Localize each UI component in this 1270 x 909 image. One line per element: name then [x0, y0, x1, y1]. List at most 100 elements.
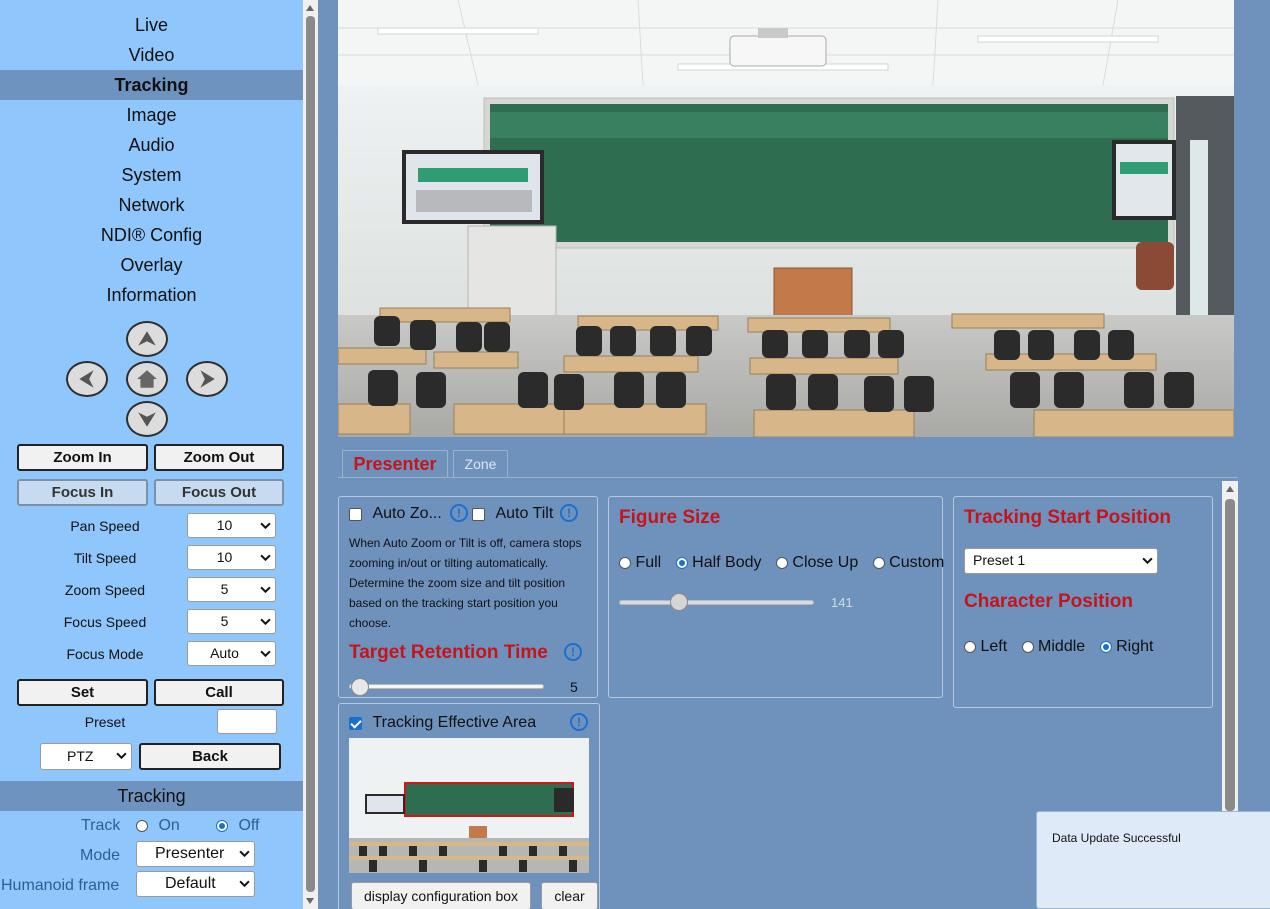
retention-slider-track[interactable] — [349, 684, 544, 689]
nav-item-information[interactable]: Information — [0, 280, 303, 310]
back-button[interactable]: Back — [139, 743, 281, 770]
track-on-option[interactable]: On — [136, 814, 180, 838]
scroll-down-icon[interactable] — [305, 896, 315, 906]
info-icon[interactable]: ! — [564, 643, 582, 661]
zoom-speed-label: Zoom Speed — [64, 582, 146, 598]
info-icon[interactable]: ! — [450, 504, 468, 522]
tilt-speed-select[interactable]: 10 — [187, 545, 276, 570]
chevron-down-icon — [260, 610, 271, 636]
focus-out-button[interactable]: Focus Out — [154, 479, 284, 506]
focus-buttons: Focus In Focus Out — [17, 479, 284, 506]
zoom-speed-value: 5 — [220, 581, 229, 597]
scroll-up-icon[interactable] — [305, 3, 315, 13]
figure-option-custom[interactable]: Custom — [872, 554, 944, 571]
tilt-speed-value: 10 — [216, 549, 233, 565]
sidebar-scrollbar[interactable] — [303, 0, 318, 909]
retention-slider-knob[interactable] — [350, 678, 369, 696]
humanoid-frame-value: Default — [165, 875, 216, 892]
focus-mode-select[interactable]: Auto — [187, 641, 276, 666]
track-label: Track — [81, 817, 121, 834]
nav-item-audio[interactable]: Audio — [0, 130, 303, 160]
preset-input[interactable] — [217, 709, 277, 734]
pan-speed-select[interactable]: 10 — [187, 513, 276, 538]
auto-tilt-label: Auto Tilt — [495, 505, 554, 522]
mode-select[interactable]: Presenter — [136, 841, 255, 867]
character-option-left[interactable]: Left — [964, 638, 1007, 655]
auto-tilt-checkbox[interactable] — [472, 507, 485, 521]
chevron-down-icon — [239, 872, 250, 898]
figure-size-slider-knob[interactable] — [669, 593, 688, 611]
sidebar-scroll-thumb[interactable] — [306, 16, 315, 892]
character-middle-radio[interactable] — [1021, 641, 1034, 653]
figure-option-close-up[interactable]: Close Up — [775, 554, 859, 571]
figure-full-radio[interactable] — [619, 557, 631, 569]
effective-area-option[interactable]: Tracking Effective Area — [349, 712, 536, 734]
start-position-select[interactable]: Preset 1 — [964, 548, 1158, 574]
character-right-radio[interactable] — [1099, 641, 1112, 653]
focus-speed-select[interactable]: 5 — [187, 609, 276, 634]
call-button[interactable]: Call — [154, 679, 284, 706]
figure-half-body-radio[interactable] — [675, 557, 688, 569]
auto-description: When Auto Zoom or Tilt is off, camera st… — [349, 536, 582, 630]
effective-area-thumbnail[interactable] — [349, 738, 589, 873]
tab-zone[interactable]: Zone — [453, 450, 508, 478]
arrow-down-icon — [138, 412, 156, 427]
nav-item-video[interactable]: Video — [0, 40, 303, 70]
set-button[interactable]: Set — [17, 679, 148, 706]
figure-option-half-body[interactable]: Half Body — [675, 554, 762, 571]
character-option-middle[interactable]: Middle — [1021, 638, 1085, 655]
preset-label: Preset — [84, 714, 126, 730]
ptz-mode-select[interactable]: PTZ — [40, 743, 132, 770]
figure-close-up-label: Close Up — [792, 554, 859, 571]
live-video-preview[interactable] — [338, 0, 1234, 437]
ptz-right-button[interactable] — [186, 361, 228, 397]
display-configuration-box-button[interactable]: display configuration box — [351, 882, 531, 909]
chevron-down-icon — [260, 642, 271, 668]
info-icon[interactable]: ! — [560, 504, 578, 522]
nav-item-ndi-config[interactable]: NDI® Config — [0, 220, 303, 250]
zoom-in-button[interactable]: Zoom In — [17, 444, 148, 471]
nav-item-image[interactable]: Image — [0, 100, 303, 130]
focus-mode-row: Focus Mode Auto — [0, 641, 303, 667]
auto-zoom-checkbox[interactable] — [349, 507, 362, 521]
figure-size-value: 141 — [831, 595, 853, 610]
effective-area-checkbox[interactable] — [349, 716, 362, 730]
figure-close-up-radio[interactable] — [775, 557, 788, 569]
figure-option-full[interactable]: Full — [619, 554, 661, 571]
nav-item-live[interactable]: Live — [0, 10, 303, 40]
settings-scrollbar[interactable] — [1222, 481, 1238, 811]
auto-zoom-option[interactable]: Auto Zo... — [349, 503, 442, 525]
scroll-up-icon[interactable] — [1225, 484, 1235, 494]
zoom-out-button[interactable]: Zoom Out — [154, 444, 284, 471]
mode-value: Presenter — [155, 845, 225, 862]
auto-tilt-option[interactable]: Auto Tilt — [472, 503, 553, 525]
ptz-left-button[interactable] — [66, 361, 108, 397]
figure-size-slider-track[interactable] — [619, 600, 814, 605]
arrow-left-icon — [79, 370, 94, 388]
tab-presenter[interactable]: Presenter — [342, 450, 448, 478]
ptz-home-button[interactable] — [126, 361, 168, 397]
figure-custom-radio[interactable] — [872, 557, 885, 569]
nav-item-network[interactable]: Network — [0, 190, 303, 220]
nav-item-overlay[interactable]: Overlay — [0, 250, 303, 280]
character-option-right[interactable]: Right — [1099, 638, 1153, 655]
start-position-title: Tracking Start Position — [964, 507, 1171, 528]
humanoid-frame-select[interactable]: Default — [136, 871, 255, 897]
info-icon[interactable]: ! — [570, 713, 588, 731]
retention-title: Target Retention Time — [349, 642, 548, 663]
mode-label: Mode — [80, 847, 121, 864]
ptz-down-button[interactable] — [126, 401, 168, 437]
focus-in-button[interactable]: Focus In — [17, 479, 148, 506]
zoom-speed-select[interactable]: 5 — [187, 577, 276, 602]
ptz-up-button[interactable] — [126, 321, 168, 357]
settings-scroll-thumb[interactable] — [1225, 499, 1235, 811]
character-left-radio[interactable] — [964, 641, 976, 653]
zoom-buttons: Zoom In Zoom Out — [17, 444, 284, 471]
clear-button[interactable]: clear — [541, 882, 598, 909]
pan-speed-value: 10 — [216, 517, 233, 533]
track-off-radio[interactable] — [216, 819, 228, 832]
track-on-radio[interactable] — [136, 819, 148, 832]
track-off-option[interactable]: Off — [216, 814, 260, 838]
nav-item-system[interactable]: System — [0, 160, 303, 190]
nav-item-tracking[interactable]: Tracking — [0, 70, 303, 100]
